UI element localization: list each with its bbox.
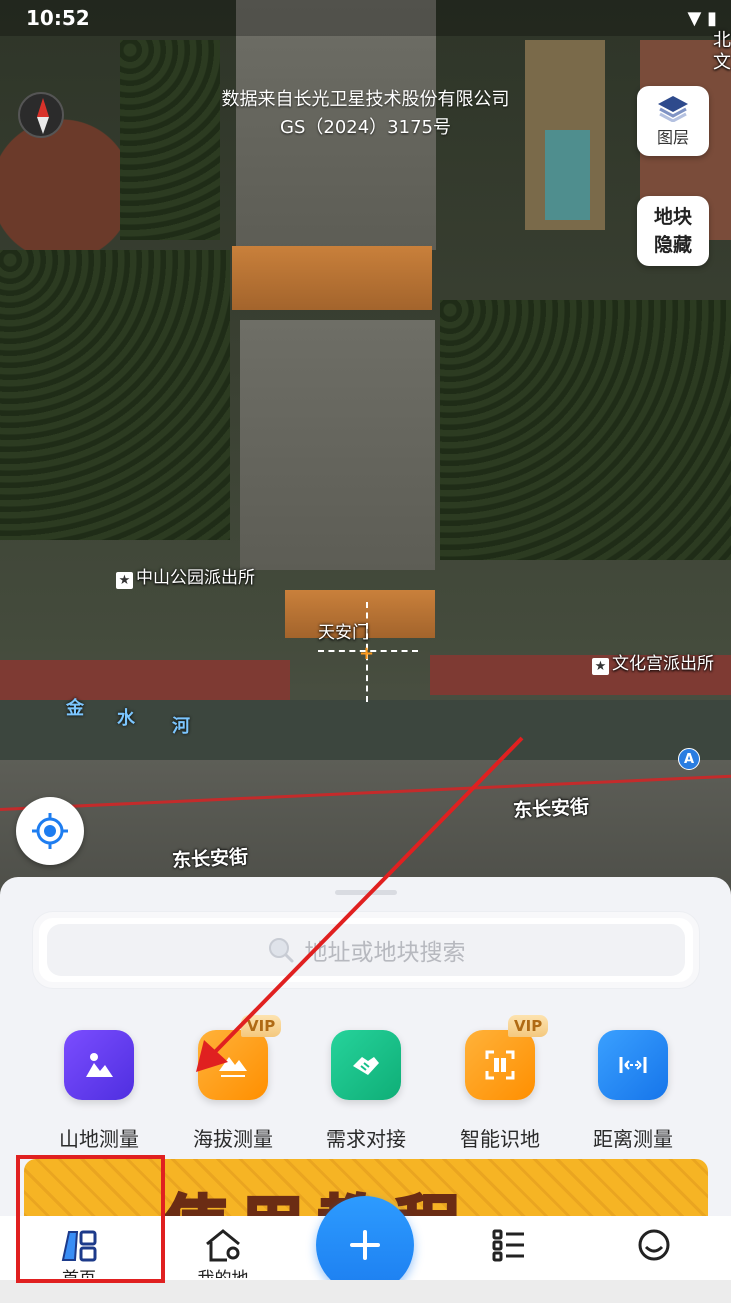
ruler-icon bbox=[598, 1030, 668, 1100]
layers-icon bbox=[658, 96, 688, 122]
police-star-icon: ★ bbox=[116, 572, 133, 589]
status-icons: ▼ ▮ bbox=[687, 8, 717, 29]
tool-distance-measure[interactable]: 距离测量 bbox=[573, 1027, 693, 1152]
tool-label: 智能识地 bbox=[460, 1127, 540, 1151]
map-courtyard bbox=[240, 320, 435, 570]
road-label-dongchangan-left: 东长安街 bbox=[171, 846, 249, 872]
map-pool bbox=[545, 130, 590, 220]
locate-button[interactable] bbox=[16, 797, 84, 865]
nav-my-plots-label: 我的地 bbox=[150, 1264, 296, 1278]
handshake-icon bbox=[331, 1030, 401, 1100]
poi-tiananmen[interactable]: 天安门 bbox=[318, 618, 369, 643]
poi-wenhuagong-police[interactable]: ★ 文化宫派出所 bbox=[592, 649, 714, 675]
satellite-map[interactable]: 10:52 ▼ ▮ 数据来自长光卫星技术股份有限公司 GS（2024）3175号… bbox=[0, 0, 731, 900]
hide-plots-line-2: 隐藏 bbox=[653, 234, 692, 256]
tool-label: 海拔测量 bbox=[193, 1127, 273, 1151]
crosshair-center-icon: + bbox=[359, 643, 375, 664]
poi-zhongshan-police[interactable]: ★ 中山公园派出所 bbox=[116, 563, 255, 589]
vip-badge: VIP bbox=[241, 1015, 282, 1037]
tool-smart-land-recognition[interactable]: VIP 智能识地 bbox=[440, 1015, 560, 1152]
tool-mountain-measure[interactable]: 山地测量 bbox=[39, 1027, 159, 1152]
river-label-char: 金 bbox=[66, 698, 84, 719]
scan-land-icon bbox=[465, 1030, 535, 1100]
poi-a-badge[interactable]: A bbox=[678, 748, 700, 770]
vip-badge: VIP bbox=[508, 1015, 549, 1037]
house-pin-icon bbox=[206, 1229, 240, 1262]
map-gate-roof bbox=[232, 246, 432, 310]
smiley-profile-icon bbox=[638, 1229, 670, 1261]
plus-icon-vertical bbox=[363, 1230, 367, 1260]
hide-plots-line-1: 地块 bbox=[653, 206, 692, 228]
layers-label: 图层 bbox=[656, 128, 689, 147]
tool-label: 距离测量 bbox=[593, 1127, 673, 1151]
sheet-drag-handle[interactable] bbox=[335, 890, 397, 895]
annotation-highlight-box bbox=[16, 1155, 165, 1283]
tool-demand-match[interactable]: 需求对接 bbox=[306, 1027, 426, 1152]
search-icon bbox=[268, 938, 293, 963]
layers-button[interactable]: 图层 bbox=[637, 86, 709, 156]
poi-top-right-2: 文 bbox=[713, 52, 731, 73]
river-label-char: 水 bbox=[117, 708, 135, 729]
system-nav-strip bbox=[0, 1280, 731, 1303]
poi-top-right-1: 北 bbox=[713, 30, 731, 51]
nav-profile-label bbox=[581, 1264, 727, 1278]
nav-list-label bbox=[437, 1264, 583, 1278]
tool-altitude-measure[interactable]: VIP 海拔测量 bbox=[173, 1015, 293, 1152]
search-placeholder: 地址或地块搜索 bbox=[304, 940, 466, 966]
map-tree-area bbox=[0, 250, 230, 540]
poi-wenhuagong-label: 文化宫派出所 bbox=[612, 654, 714, 674]
hide-plots-button[interactable]: 地块 隐藏 bbox=[637, 196, 709, 266]
search-input[interactable]: 地址或地块搜索 bbox=[47, 924, 685, 976]
search-box[interactable]: 地址或地块搜索 bbox=[33, 912, 699, 988]
map-river-strip bbox=[0, 700, 731, 760]
tool-grid: 山地测量 VIP 海拔测量 需求对接 VIP 智能识地 距离测量 bbox=[0, 1015, 731, 1151]
map-tree-area bbox=[440, 300, 731, 560]
attribution-line-2: GS（2024）3175号 bbox=[280, 117, 451, 138]
poi-top-right[interactable]: 北 文 bbox=[713, 30, 731, 74]
map-red-wall bbox=[0, 660, 290, 700]
poi-tiananmen-label: 天安门 bbox=[318, 623, 369, 643]
attribution-line-1: 数据来自长光卫星技术股份有限公司 bbox=[221, 89, 510, 110]
status-time: 10:52 bbox=[26, 6, 90, 30]
locate-icon bbox=[32, 813, 68, 849]
river-label-char: 河 bbox=[172, 716, 190, 737]
map-attribution: 数据来自长光卫星技术股份有限公司 GS（2024）3175号 bbox=[0, 86, 731, 142]
police-star-icon: ★ bbox=[592, 658, 609, 675]
list-icon bbox=[492, 1229, 524, 1262]
poi-zhongshan-label: 中山公园派出所 bbox=[136, 568, 255, 588]
altitude-icon bbox=[198, 1030, 268, 1100]
tool-label: 山地测量 bbox=[59, 1127, 139, 1151]
status-bar: 10:52 ▼ ▮ bbox=[0, 0, 731, 36]
road-label-dongchangan-right: 东长安街 bbox=[512, 796, 590, 822]
mountain-person-icon bbox=[64, 1030, 134, 1100]
tool-label: 需求对接 bbox=[326, 1127, 406, 1151]
